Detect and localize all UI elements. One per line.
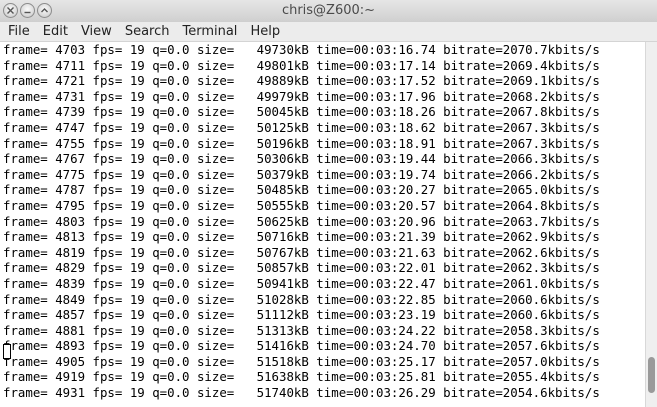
terminal-line: frame= 4767 fps= 19 q=0.0 size= 50306kB …: [3, 151, 600, 167]
menu-bar: File Edit View Search Terminal Help: [0, 22, 657, 42]
terminal-line: frame= 4839 fps= 19 q=0.0 size= 50941kB …: [3, 275, 600, 291]
menu-view[interactable]: View: [76, 24, 117, 39]
title-bar[interactable]: chris@Z600:~: [0, 0, 657, 23]
menu-terminal[interactable]: Terminal: [177, 24, 242, 39]
menu-file[interactable]: File: [3, 24, 35, 39]
terminal-line: frame= 4721 fps= 19 q=0.0 size= 49889kB …: [3, 73, 600, 89]
terminal-line: frame= 4849 fps= 19 q=0.0 size= 51028kB …: [3, 291, 600, 307]
menu-search[interactable]: Search: [120, 24, 175, 39]
text-cursor: [3, 344, 11, 359]
vertical-scrollbar[interactable]: [645, 42, 657, 407]
terminal-line: frame= 4739 fps= 19 q=0.0 size= 50045kB …: [3, 104, 600, 120]
terminal-line: frame= 4755 fps= 19 q=0.0 size= 50196kB …: [3, 135, 600, 151]
terminal-line: frame= 4795 fps= 19 q=0.0 size= 50555kB …: [3, 197, 600, 213]
menu-edit[interactable]: Edit: [38, 24, 73, 39]
terminal-line: frame= 4893 fps= 19 q=0.0 size= 51416kB …: [3, 338, 600, 354]
terminal-line: frame= 4881 fps= 19 q=0.0 size= 51313kB …: [3, 322, 600, 338]
terminal-line: frame= 4829 fps= 19 q=0.0 size= 50857kB …: [3, 260, 600, 276]
terminal-line: frame= 4803 fps= 19 q=0.0 size= 50625kB …: [3, 213, 600, 229]
terminal-window: chris@Z600:~ File Edit View Search Termi…: [0, 0, 657, 407]
terminal-output[interactable]: frame= 4703 fps= 19 q=0.0 size= 49730kB …: [0, 42, 645, 407]
menu-help[interactable]: Help: [245, 24, 285, 39]
window-title: chris@Z600:~: [281, 3, 376, 18]
scrollbar-thumb[interactable]: [648, 357, 655, 394]
terminal-line: frame= 4787 fps= 19 q=0.0 size= 50485kB …: [3, 182, 600, 198]
terminal-line: frame= 4905 fps= 19 q=0.0 size= 51518kB …: [3, 353, 600, 369]
terminal-line: frame= 4819 fps= 19 q=0.0 size= 50767kB …: [3, 244, 600, 260]
terminal-line: frame= 4711 fps= 19 q=0.0 size= 49801kB …: [3, 57, 600, 73]
terminal-line: frame= 4857 fps= 19 q=0.0 size= 51112kB …: [3, 307, 600, 323]
terminal-line: frame= 4919 fps= 19 q=0.0 size= 51638kB …: [3, 369, 600, 385]
terminal-line: frame= 4747 fps= 19 q=0.0 size= 50125kB …: [3, 119, 600, 135]
terminal-line: frame= 4813 fps= 19 q=0.0 size= 50716kB …: [3, 229, 600, 245]
terminal-line: frame= 4703 fps= 19 q=0.0 size= 49730kB …: [3, 42, 600, 57]
terminal-line: frame= 4775 fps= 19 q=0.0 size= 50379kB …: [3, 166, 600, 182]
terminal-line: frame= 4731 fps= 19 q=0.0 size= 49979kB …: [3, 88, 600, 104]
terminal-line: frame= 4931 fps= 19 q=0.0 size= 51740kB …: [3, 385, 600, 401]
